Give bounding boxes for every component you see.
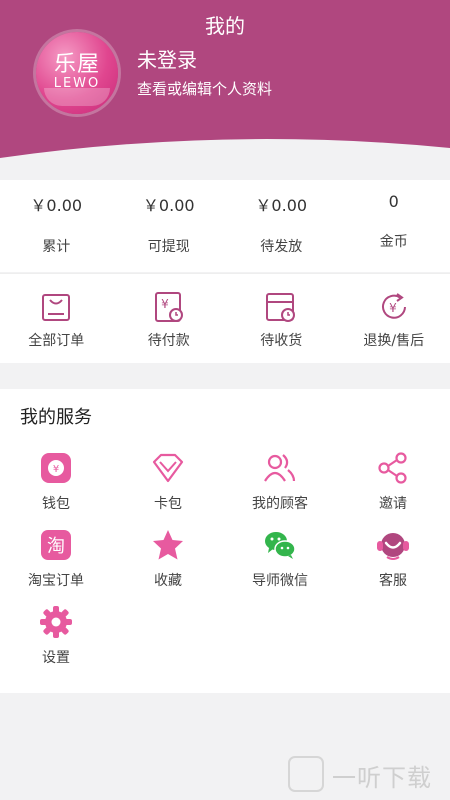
service-label: 收藏 — [154, 573, 182, 589]
order-label: 待收货 — [260, 333, 303, 349]
stat-value: ￥0.00 — [255, 196, 308, 215]
wechat-icon — [265, 532, 296, 559]
stat-pending[interactable]: ￥0.00 待发放 — [225, 180, 338, 272]
shopping-bag-icon — [42, 294, 71, 321]
avatar-swoosh — [44, 88, 110, 106]
svg-text:淘: 淘 — [47, 536, 65, 557]
delivery-icon — [266, 293, 296, 322]
watermark: 一听下载 — [286, 754, 446, 794]
profile-hint[interactable]: 查看或编辑个人资料 — [137, 78, 272, 99]
svg-text:¥: ¥ — [389, 301, 397, 315]
service-taobao-orders[interactable]: 淘 淘宝订单 — [0, 528, 112, 590]
refund-icon: ¥ — [381, 293, 406, 319]
stat-label: 金币 — [379, 234, 408, 250]
service-favorites[interactable]: 收藏 — [112, 528, 224, 590]
service-settings[interactable]: 设置 — [0, 605, 112, 667]
svg-text:¥: ¥ — [53, 464, 59, 475]
my-services-section: 我的服务 ¥ 钱包 卡包 我的顾客 邀请 淘 淘宝订单 收藏 导师微信 客服 设… — [0, 389, 450, 693]
stat-value: ￥0.00 — [142, 196, 195, 215]
service-label: 设置 — [42, 650, 70, 666]
stat-total[interactable]: ￥0.00 累计 — [0, 180, 113, 272]
service-label: 我的顾客 — [252, 496, 308, 512]
section-title: 我的服务 — [20, 407, 92, 428]
order-shortcuts: 全部订单 ¥ 待付款 待收货 ¥ 退换/售后 — [0, 273, 450, 363]
service-label: 钱包 — [42, 496, 70, 512]
account-stats: ￥0.00 累计 ￥0.00 可提现 ￥0.00 待发放 0 金币 — [0, 180, 450, 272]
login-status[interactable]: 未登录 — [137, 44, 197, 73]
headset-icon — [377, 533, 409, 560]
wallet-icon: ¥ — [41, 453, 71, 483]
stat-value: ￥0.00 — [30, 196, 83, 215]
avatar-brand-cn: 乐屋 — [53, 52, 100, 77]
order-to-receive-button[interactable]: 待收货 — [225, 274, 338, 363]
service-card-wallet[interactable]: 卡包 — [112, 451, 224, 513]
order-unpaid-button[interactable]: ¥ 待付款 — [113, 274, 226, 363]
svg-text:¥: ¥ — [161, 297, 169, 311]
order-refund-button[interactable]: ¥ 退换/售后 — [338, 274, 450, 363]
stat-coins[interactable]: 0 金币 — [338, 180, 450, 272]
service-mentor-wechat[interactable]: 导师微信 — [224, 528, 336, 590]
stat-label: 累计 — [42, 239, 71, 255]
profile-header: 我的 乐屋 LEWO 未登录 查看或编辑个人资料 — [0, 0, 450, 180]
order-label: 待付款 — [147, 333, 190, 349]
customers-icon — [264, 454, 296, 482]
order-label: 全部订单 — [28, 333, 85, 349]
stat-value: 0 — [388, 192, 399, 211]
watermark-logo-icon — [288, 756, 324, 792]
service-label: 客服 — [379, 573, 407, 589]
service-label: 邀请 — [379, 496, 407, 512]
service-customer-support[interactable]: 客服 — [337, 528, 449, 590]
service-invite[interactable]: 邀请 — [337, 451, 449, 513]
star-icon — [153, 530, 183, 560]
service-customers[interactable]: 我的顾客 — [224, 451, 336, 513]
taobao-icon: 淘 — [41, 530, 71, 560]
gear-icon — [40, 606, 72, 638]
stat-label: 可提现 — [147, 239, 190, 255]
service-wallet[interactable]: ¥ 钱包 — [0, 451, 112, 513]
watermark-text: 一听下载 — [332, 764, 432, 792]
avatar[interactable]: 乐屋 LEWO — [36, 32, 118, 114]
service-label: 淘宝订单 — [28, 573, 84, 589]
payment-icon: ¥ — [154, 292, 183, 322]
order-all-button[interactable]: 全部订单 — [0, 274, 113, 363]
service-label: 卡包 — [154, 496, 182, 512]
share-icon — [378, 452, 407, 484]
stat-label: 待发放 — [260, 239, 303, 255]
stat-withdrawable[interactable]: ￥0.00 可提现 — [113, 180, 226, 272]
order-label: 退换/售后 — [363, 333, 425, 349]
diamond-icon — [152, 453, 184, 483]
service-label: 导师微信 — [252, 573, 308, 589]
